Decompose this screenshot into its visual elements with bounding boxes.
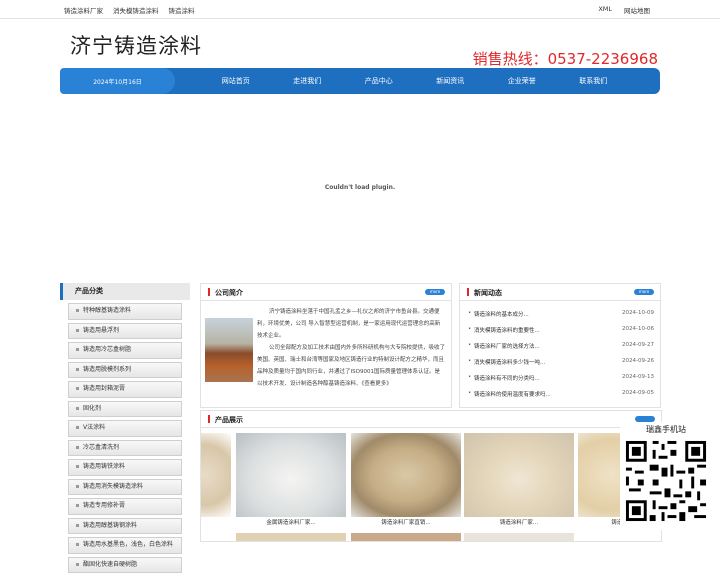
- top-link-1[interactable]: 消失模铸造涂料: [113, 5, 159, 15]
- category-item[interactable]: 铸造用消失模铸造涂料: [68, 479, 182, 496]
- nav-contact[interactable]: 联系我们: [558, 76, 630, 86]
- news-item[interactable]: 消失模铸造涂料多少钱一吨... 2024-09-26: [468, 358, 654, 366]
- category-item[interactable]: 铸造用醇基铸钢涂料: [68, 518, 182, 535]
- product-image[interactable]: [464, 533, 574, 542]
- product-category-sidebar: 产品分类 特种醇基铸造涂料 铸造用悬浮剂 铸造用冷芯盒树脂 铸造用脱模剂系列 铸…: [60, 283, 190, 543]
- category-item[interactable]: 固化剂: [68, 401, 182, 418]
- product-caption[interactable]: 铸造涂料厂家...: [464, 518, 574, 526]
- qr-code-icon: [623, 436, 709, 526]
- category-item[interactable]: 铸造专用修补膏: [68, 498, 182, 515]
- news-item-date: 2024-10-06: [622, 326, 654, 332]
- intro-paragraph-1: 济宁铸造涂料坐落于中国孔孟之乡—礼仪之邦的济宁市鱼台县。交通便利，环境优美，公司…: [257, 306, 445, 342]
- intro-text: 济宁铸造涂料坐落于中国孔孟之乡—礼仪之邦的济宁市鱼台县。交通便利，环境优美，公司…: [257, 306, 445, 390]
- nav-news[interactable]: 新闻资讯: [415, 76, 487, 86]
- plugin-area: Couldn't load plugin.: [60, 96, 660, 280]
- news-item-title[interactable]: 铸造涂料的使用温度有要求吗...: [468, 392, 551, 398]
- news-item[interactable]: 铸造涂料的基本成分... 2024-10-09: [468, 310, 654, 318]
- category-item[interactable]: 冷芯盒清洗剂: [68, 440, 182, 457]
- sales-hotline: 销售热线：0537-2236968: [473, 48, 658, 69]
- company-intro-panel: 公司简介 more 济宁铸造涂料坐落于中国孔孟之乡—礼仪之邦的济宁市鱼台县。交通…: [200, 283, 452, 408]
- top-link-0[interactable]: 铸造涂料厂家: [64, 5, 103, 15]
- category-item[interactable]: 铸造用冷芯盒树脂: [68, 342, 182, 359]
- current-date: 2024年10月16日: [60, 68, 175, 94]
- sidebar-title: 产品分类: [60, 283, 190, 300]
- nav-about[interactable]: 走进我们: [272, 76, 344, 86]
- news-title: 新闻动态: [474, 288, 502, 298]
- product-image[interactable]: [236, 533, 346, 542]
- news-panel: 新闻动态 more 铸造涂料的基本成分... 2024-10-09 消失模铸造涂料…: [459, 283, 661, 408]
- product-image[interactable]: [351, 533, 461, 542]
- sitemap-link[interactable]: 网站地图: [624, 5, 650, 15]
- news-item-title[interactable]: 铸造涂料有不同的分类吗...: [468, 376, 540, 382]
- qr-label: 瑞鑫手机站: [620, 424, 712, 435]
- news-item-date: 2024-10-09: [622, 310, 654, 316]
- product-showcase: 产品展示 金属铸造涂料厂家... 铸造涂料厂家直销... 铸造涂料厂家... 铸…: [200, 410, 662, 542]
- company-photo: [205, 318, 253, 382]
- news-item-date: 2024-09-13: [622, 374, 654, 380]
- intro-more-button[interactable]: more: [425, 289, 445, 295]
- category-item[interactable]: 酯固化快速自硬树脂: [68, 557, 182, 573]
- product-image[interactable]: [464, 433, 574, 517]
- news-item-date: 2024-09-26: [622, 358, 654, 364]
- intro-title: 公司简介: [215, 288, 243, 298]
- intro-paragraph-2: 公司全部配方及加工技术由国内外多所科研机构与大专院校提供，吸收了美国、英国、瑞士…: [257, 342, 445, 390]
- category-item[interactable]: 铸造用铸铁涂料: [68, 459, 182, 476]
- news-item[interactable]: 铸造涂料的使用温度有要求吗... 2024-09-05: [468, 390, 654, 398]
- plugin-error-text: Couldn't load plugin.: [60, 184, 660, 191]
- nav-home[interactable]: 网站首页: [200, 76, 272, 86]
- category-item[interactable]: 特种醇基铸造涂料: [68, 303, 182, 320]
- mobile-qr-panel: 瑞鑫手机站: [620, 422, 712, 530]
- category-item[interactable]: 铸造用悬浮剂: [68, 323, 182, 340]
- news-item-title[interactable]: 消失模铸造涂料的重要性...: [468, 328, 540, 334]
- section-marker: [208, 415, 210, 423]
- news-item[interactable]: 铸造涂料有不同的分类吗... 2024-09-13: [468, 374, 654, 382]
- news-more-button[interactable]: more: [634, 289, 654, 295]
- product-image[interactable]: [201, 433, 231, 517]
- section-marker: [208, 288, 210, 296]
- main-nav: 2024年10月16日 网站首页 走进我们 产品中心 新闻资讯 企业荣誉 联系我…: [60, 68, 660, 94]
- news-item-title[interactable]: 消失模铸造涂料多少钱一吨...: [468, 360, 545, 366]
- product-image[interactable]: [351, 433, 461, 517]
- news-item-title[interactable]: 铸造涂料厂家的选择方法...: [468, 344, 540, 350]
- category-item[interactable]: 铸造用水基黑色，浅色，白色涂料: [68, 537, 182, 554]
- news-item[interactable]: 铸造涂料厂家的选择方法... 2024-09-27: [468, 342, 654, 350]
- nav-honors[interactable]: 企业荣誉: [486, 76, 558, 86]
- news-item-date: 2024-09-27: [622, 342, 654, 348]
- site-logo[interactable]: 济宁铸造涂料: [70, 30, 202, 60]
- news-item[interactable]: 消失模铸造涂料的重要性... 2024-10-06: [468, 326, 654, 334]
- top-right-links: XML 网站地图: [598, 5, 650, 15]
- news-item-title[interactable]: 铸造涂料的基本成分...: [468, 312, 529, 318]
- product-caption[interactable]: 金属铸造涂料厂家...: [236, 518, 346, 526]
- category-item[interactable]: V法涂料: [68, 420, 182, 437]
- nav-products[interactable]: 产品中心: [343, 76, 415, 86]
- top-links: 铸造涂料厂家 消失模铸造涂料 铸造涂料: [64, 5, 195, 15]
- news-item-date: 2024-09-05: [622, 390, 654, 396]
- category-item[interactable]: 铸造用脱模剂系列: [68, 362, 182, 379]
- top-bar: 铸造涂料厂家 消失模铸造涂料 铸造涂料 XML 网站地图: [0, 0, 720, 19]
- product-image[interactable]: [236, 433, 346, 517]
- xml-link[interactable]: XML: [598, 5, 612, 15]
- section-marker: [467, 288, 469, 296]
- top-link-2[interactable]: 铸造涂料: [169, 5, 195, 15]
- products-title: 产品展示: [215, 415, 243, 425]
- product-caption[interactable]: 铸造涂料厂家直销...: [351, 518, 461, 526]
- category-item[interactable]: 铸造用封箱泥膏: [68, 381, 182, 398]
